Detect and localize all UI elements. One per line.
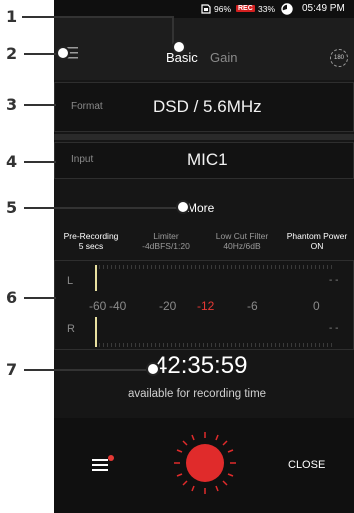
callout-line-5 bbox=[24, 207, 180, 209]
storage-percent: 33% bbox=[258, 4, 276, 14]
channel-l-label: L bbox=[67, 275, 74, 287]
recording-time-remaining: 42:35:59 bbox=[154, 352, 248, 379]
callout-line-7 bbox=[24, 369, 148, 371]
peak-r: - - bbox=[329, 323, 339, 334]
callout-dot-7 bbox=[146, 362, 160, 376]
setting-value: -4dBFS/1:20 bbox=[142, 241, 190, 251]
input-value: MIC1 bbox=[187, 150, 228, 169]
callout-2: 2 bbox=[6, 44, 18, 63]
input-field[interactable]: Input MIC1 bbox=[54, 142, 354, 179]
peak-l: - - bbox=[329, 275, 339, 286]
callout-4: 4 bbox=[6, 152, 18, 171]
rec-badge: REC bbox=[236, 5, 255, 12]
recording-time-caption: available for recording time bbox=[128, 388, 267, 400]
bottom-bar: CLOSE bbox=[54, 418, 354, 513]
callout-6: 6 bbox=[6, 288, 18, 307]
rotation-badge[interactable]: 180 bbox=[330, 49, 348, 67]
list-menu-icon[interactable] bbox=[92, 454, 114, 474]
divider bbox=[54, 134, 354, 140]
device-screen: 96% REC 33% 05:49 PM Basic Gain 180 Form… bbox=[54, 0, 354, 513]
clock: 05:49 PM bbox=[302, 3, 345, 14]
input-label: Input bbox=[71, 154, 94, 165]
channel-r-label: R bbox=[67, 323, 75, 335]
meter-tick: -40 bbox=[109, 299, 127, 313]
meter-tick: -60 bbox=[89, 299, 107, 313]
setting-value: ON bbox=[310, 241, 324, 251]
battery-percent: 96% bbox=[214, 4, 232, 14]
callout-3: 3 bbox=[6, 95, 18, 114]
meter-tick-alert: -12 bbox=[197, 299, 215, 313]
meter-scale-l bbox=[99, 265, 335, 269]
meter-bar-r bbox=[95, 317, 97, 347]
meter-tick: -6 bbox=[247, 299, 258, 313]
format-value: DSD / 5.6MHz bbox=[153, 97, 262, 116]
setting-limiter[interactable]: Limiter -4dBFS/1:20 bbox=[128, 231, 204, 251]
callout-line-6 bbox=[24, 297, 56, 299]
callout-dot-2 bbox=[56, 46, 70, 60]
header: Basic Gain 180 bbox=[54, 18, 354, 80]
meter-tick: -20 bbox=[159, 299, 177, 313]
callout-7: 7 bbox=[6, 360, 18, 379]
setting-phantom-power[interactable]: Phantom Power ON bbox=[280, 231, 354, 251]
setting-value: 5 secs bbox=[78, 241, 104, 251]
setting-label: Pre-Recording bbox=[63, 231, 119, 241]
callout-dot-1 bbox=[172, 40, 186, 54]
sd-card-icon bbox=[201, 4, 211, 14]
setting-low-cut-filter[interactable]: Low Cut Filter 40Hz/6dB bbox=[204, 231, 280, 251]
setting-label: Limiter bbox=[153, 231, 179, 241]
record-button[interactable] bbox=[172, 430, 238, 496]
setting-label: Low Cut Filter bbox=[215, 231, 269, 241]
callout-line-4 bbox=[24, 161, 56, 163]
callout-dot-5 bbox=[176, 200, 190, 214]
callout-line-3 bbox=[24, 104, 56, 106]
meter-bar-l bbox=[95, 265, 97, 291]
level-meter: L R -60 -40 -20 -12 -6 0 - - - - bbox=[54, 260, 354, 350]
setting-value: 40Hz/6dB bbox=[223, 241, 261, 251]
callout-line-1-vertical bbox=[172, 16, 174, 44]
meter-tick: 0 bbox=[313, 299, 320, 313]
meter-scale-r bbox=[99, 343, 335, 347]
setting-label: Phantom Power bbox=[286, 231, 348, 241]
close-button[interactable]: CLOSE bbox=[288, 459, 325, 471]
callout-1: 1 bbox=[6, 7, 18, 26]
callout-line-1 bbox=[22, 16, 172, 18]
callout-5: 5 bbox=[6, 198, 18, 217]
format-field[interactable]: Format DSD / 5.6MHz bbox=[54, 82, 354, 132]
more-button[interactable]: More bbox=[187, 201, 214, 215]
storage-pie-icon bbox=[281, 3, 293, 15]
tab-gain[interactable]: Gain bbox=[210, 50, 237, 65]
format-label: Format bbox=[71, 101, 103, 112]
setting-pre-recording[interactable]: Pre-Recording 5 secs bbox=[54, 231, 128, 251]
